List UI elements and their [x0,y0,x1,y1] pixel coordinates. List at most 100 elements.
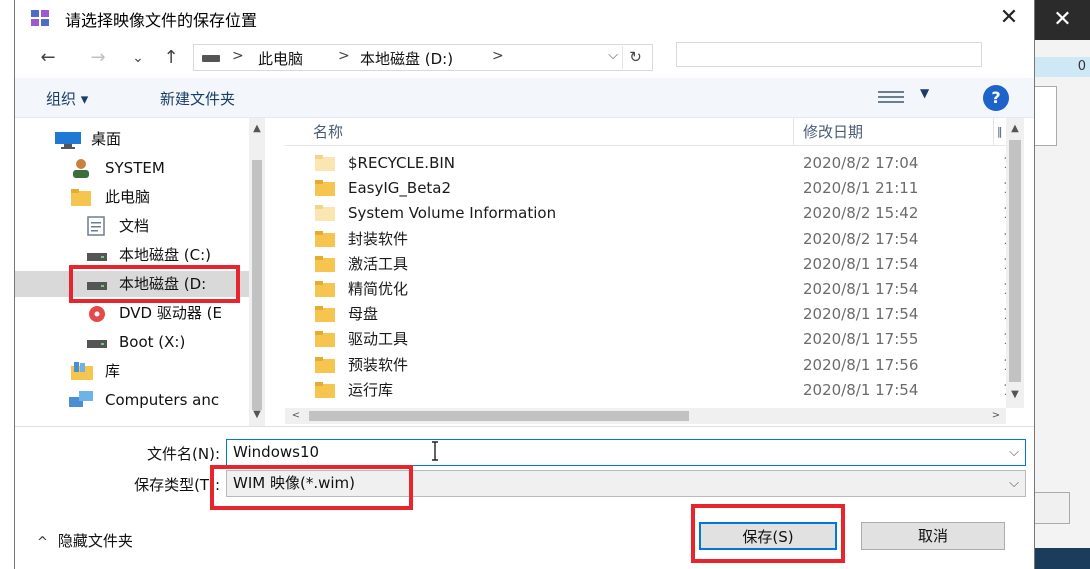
filetype-value: WIM 映像(*.wim) [233,474,355,492]
sort-ascending-icon: ⌃ [539,118,550,126]
scrollbar-thumb[interactable] [252,160,262,410]
dialog-title: 请选择映像文件的保存位置 [65,11,258,30]
file-name: 驱动工具 [348,330,409,349]
column-header-date[interactable]: 修改日期 [803,121,863,142]
scroll-up-icon[interactable]: ▲ [249,120,265,138]
file-row[interactable]: 精简优化2020/8/1 17:541 [315,277,1013,302]
tree-item-desktop[interactable]: 桌面 [15,126,249,152]
file-name: EasyIG_Beta2 [348,179,452,198]
file-row[interactable]: EasyIG_Beta22020/8/1 21:111 [315,176,1013,201]
tree-item-label: Computers anc [105,391,220,409]
file-date: 2020/8/2 17:54 [803,229,919,248]
file-name: 精简优化 [348,280,409,298]
column-divider[interactable] [993,118,994,146]
cancel-button[interactable]: 取消 [861,522,1005,550]
breadcrumb-this-pc[interactable]: 此电脑 [258,48,303,69]
file-name: 母盘 [348,305,379,324]
save-dialog: 请选择映像文件的保存位置 ✕ ← → ⌄ ↑ > 此电脑 > 本地磁盘 (D:)… [14,0,1035,569]
scroll-left-icon[interactable]: < [287,408,305,424]
scroll-down-icon[interactable]: ▼ [249,406,265,424]
document-icon [87,216,105,236]
tree-item-label: 库 [105,362,121,380]
scroll-right-icon[interactable]: > [987,408,1005,424]
details-view-icon [878,91,904,105]
tree-item-boot-x[interactable]: Boot (X:) [15,329,249,355]
chevron-down-icon[interactable]: ▼ [920,86,929,100]
drive-icon [87,340,107,348]
address-bar[interactable]: > 此电脑 > 本地磁盘 (D:) > ⌵ ↻ [193,44,653,71]
recent-locations-button[interactable]: ⌄ [125,46,151,70]
organize-menu[interactable]: 组织 ▾ [46,88,88,109]
address-dropdown-icon[interactable]: ⌵ [608,48,618,63]
column-header-more[interactable]: ‖ [997,125,1003,138]
file-date: 2020/8/1 17:55 [803,330,919,349]
file-row[interactable]: 激活工具2020/8/1 17:541 [315,252,1013,277]
close-button[interactable]: ✕ [992,3,1026,33]
file-date: 2020/8/1 21:11 [803,179,919,198]
tree-item-libraries[interactable]: 库 [15,358,249,384]
save-button[interactable]: 保存(S) [699,522,837,550]
app-icon [31,10,49,26]
chevron-down-icon[interactable]: ⌵ [1009,440,1019,465]
up-button[interactable]: ↑ [158,46,184,70]
back-button[interactable]: ← [35,46,61,70]
new-folder-button[interactable]: 新建文件夹 [160,88,235,109]
tree-item-dvd-drive[interactable]: DVD 驱动器 (E [15,300,249,326]
file-row[interactable]: 预装软件2020/8/1 17:561 [315,353,1013,378]
scrollbar-thumb[interactable] [1009,140,1021,382]
file-list-horizontal-scrollbar[interactable]: < > [285,408,1006,424]
scroll-down-icon[interactable]: ▼ [1006,386,1024,404]
breadcrumb-separator[interactable]: > [338,48,350,64]
forward-button[interactable]: → [85,46,111,70]
filetype-select[interactable]: WIM 映像(*.wim) ⌵ [226,470,1026,497]
file-list-vertical-scrollbar[interactable]: ▲ ▼ [1006,118,1024,408]
filename-input[interactable]: Windows10 ⌵ [226,439,1026,466]
background-tab: 0 [1035,57,1090,77]
file-name: $RECYCLE.BIN [348,154,456,172]
file-name: 运行库 [348,380,394,399]
breadcrumb-separator[interactable]: > [492,48,504,64]
search-input[interactable] [676,42,982,67]
scrollbar-thumb[interactable] [309,411,689,421]
tree-item-drive-d[interactable]: 本地磁盘 (D: [15,271,249,297]
tree-item-this-pc[interactable]: 此电脑 [15,184,249,210]
help-icon[interactable]: ? [983,85,1009,111]
tree-item-system[interactable]: SYSTEM [15,155,249,181]
file-date: 2020/8/2 17:04 [803,154,919,172]
breadcrumb-local-disk-d[interactable]: 本地磁盘 (D:) [360,48,453,69]
background-button [1035,492,1070,524]
breadcrumb-separator[interactable]: > [232,48,244,64]
file-row[interactable]: System Volume Information2020/8/2 15:421 [315,201,1013,226]
background-close-button[interactable]: ✕ [1035,0,1090,40]
file-row[interactable]: 母盘2020/8/1 17:541 [315,302,1013,327]
file-date: 2020/8/1 17:54 [803,380,919,399]
network-icon [69,391,93,407]
file-list: ⌃ 名称 修改日期 ‖ $RECYCLE.BIN2020/8/2 17:041E… [285,118,1034,426]
file-name: 封装软件 [348,229,409,248]
tree-item-network[interactable]: Computers anc [15,387,249,413]
dvd-icon [89,306,105,322]
tree-item-label: 本地磁盘 (C:) [119,246,211,264]
refresh-button[interactable]: ↻ [622,46,648,69]
file-name: 预装软件 [348,355,409,374]
folder-icon [315,306,335,323]
file-row[interactable]: 运行库2020/8/1 17:541 [315,378,1013,403]
change-view-button[interactable]: ▼ [878,86,938,108]
file-date: 2020/8/1 17:54 [803,254,919,273]
file-row[interactable]: $RECYCLE.BIN2020/8/2 17:041 [315,151,1013,176]
tree-item-documents[interactable]: 文档 [15,213,249,239]
file-row[interactable]: 驱动工具2020/8/1 17:551 [315,327,1013,352]
file-date: 2020/8/1 17:54 [803,305,919,324]
tree-item-label: Boot (X:) [119,333,186,351]
folder-icon [71,189,91,206]
drive-icon [87,253,107,261]
tree-item-drive-c[interactable]: 本地磁盘 (C:) [15,242,249,268]
column-header-name[interactable]: 名称 [313,121,343,142]
scroll-up-icon[interactable]: ▲ [1006,120,1024,138]
chevron-down-icon[interactable]: ⌵ [1009,471,1019,496]
file-row[interactable]: 封装软件2020/8/2 17:541 [315,227,1013,252]
column-divider[interactable] [793,118,794,146]
file-name: 激活工具 [348,254,409,273]
hide-folders-toggle[interactable]: ^ 隐藏文件夹 [37,530,133,551]
tree-scrollbar[interactable]: ▲ ▼ [249,118,265,426]
